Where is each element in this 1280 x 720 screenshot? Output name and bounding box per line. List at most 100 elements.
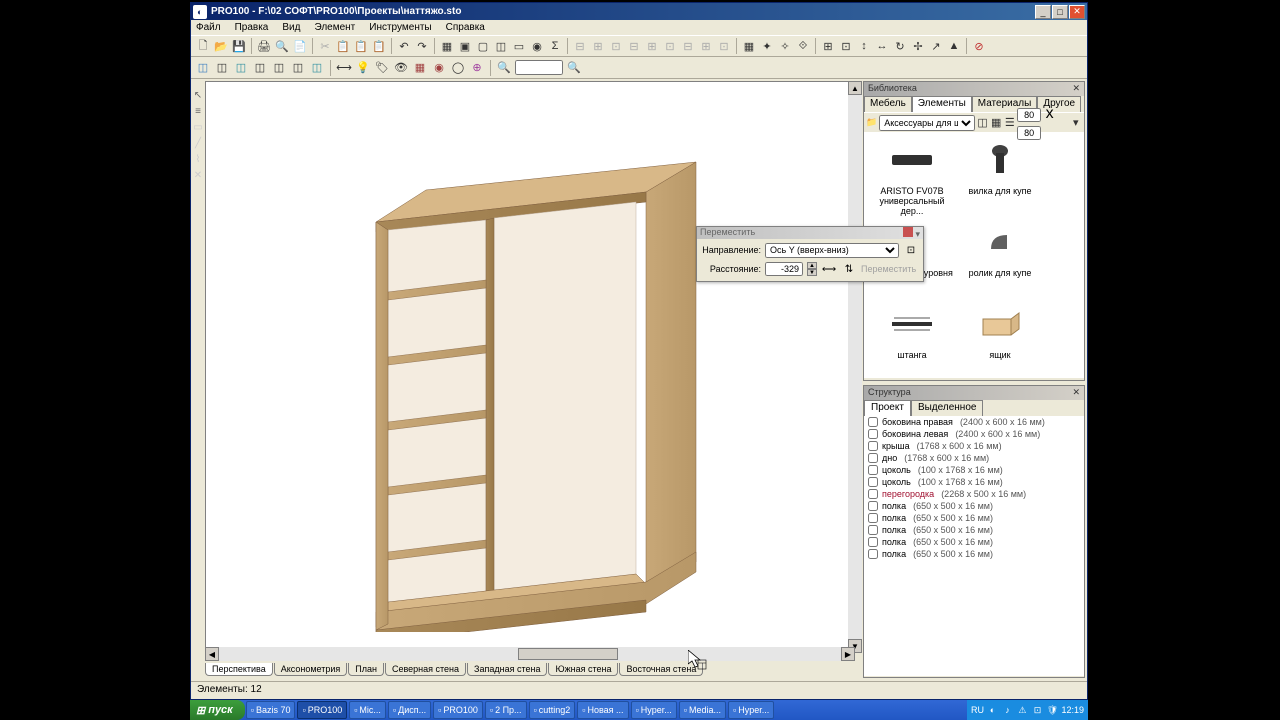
cube1-icon[interactable]: ◫ — [195, 60, 211, 76]
move-go-button[interactable]: Переместить — [861, 264, 916, 274]
grid2-icon[interactable]: ▦ — [412, 60, 428, 76]
dim-icon[interactable]: ⟷ — [336, 60, 352, 76]
cube4-icon[interactable]: ◫ — [252, 60, 268, 76]
menu-view[interactable]: Вид — [279, 22, 303, 33]
start-button[interactable]: ⊞ пуск — [190, 700, 245, 720]
align2-icon[interactable]: ⊞ — [590, 38, 606, 54]
align6-icon[interactable]: ⊡ — [662, 38, 678, 54]
cube2-icon[interactable]: ◫ — [214, 60, 230, 76]
curve-tool-icon[interactable]: ⌇ — [192, 153, 204, 165]
copy-icon[interactable]: 📋 — [335, 38, 351, 54]
align5-icon[interactable]: ⊞ — [644, 38, 660, 54]
tag-icon[interactable]: 🏷 — [374, 60, 390, 76]
taskbar-item[interactable]: ▫Дисп... — [388, 701, 431, 719]
view1-icon[interactable]: ⊞ — [820, 38, 836, 54]
taskbar-item[interactable]: ▫Hyper... — [728, 701, 774, 719]
light-icon[interactable]: 💡 — [355, 60, 371, 76]
structtab-selected[interactable]: Выделенное — [911, 400, 984, 416]
tab-south[interactable]: Южная стена — [548, 663, 618, 676]
row-checkbox[interactable] — [868, 513, 878, 523]
structure-row[interactable]: полка(650 x 500 x 16 мм) — [864, 524, 1084, 536]
tool4-icon[interactable]: ◫ — [493, 38, 509, 54]
view6-icon[interactable]: ✢ — [910, 38, 926, 54]
structure-row[interactable]: боковина правая(2400 x 600 x 16 мм) — [864, 416, 1084, 428]
tool5-icon[interactable]: ▭ — [511, 38, 527, 54]
move-dialog[interactable]: Переместить ▾ Направление: Ось Y (вверх-… — [696, 226, 924, 282]
tab-west[interactable]: Западная стена — [467, 663, 547, 676]
tray-clock[interactable]: 12:19 — [1061, 705, 1084, 715]
row-checkbox[interactable] — [868, 501, 878, 511]
cut-icon[interactable]: ✂ — [317, 38, 333, 54]
structure-row[interactable]: цоколь(100 x 1768 x 16 мм) — [864, 476, 1084, 488]
align7-icon[interactable]: ⊟ — [680, 38, 696, 54]
cube5-icon[interactable]: ◫ — [271, 60, 287, 76]
view3-icon[interactable]: ↕ — [856, 38, 872, 54]
library-header[interactable]: Библиотека ✕ — [864, 82, 1084, 96]
tool6-icon[interactable]: ◉ — [529, 38, 545, 54]
align4-icon[interactable]: ⊟ — [626, 38, 642, 54]
menu-file[interactable]: Файл — [193, 22, 224, 33]
row-checkbox[interactable] — [868, 441, 878, 451]
undo-icon[interactable]: ↶ — [396, 38, 412, 54]
row-checkbox[interactable] — [868, 477, 878, 487]
lib-dropdown-icon[interactable]: ▾ — [1069, 115, 1082, 131]
structure-row[interactable]: крыша(1768 x 600 x 16 мм) — [864, 440, 1084, 452]
row-checkbox[interactable] — [868, 429, 878, 439]
swap-icon[interactable]: ⇅ — [841, 261, 857, 277]
taskbar-item[interactable]: ▫Новая ... — [577, 701, 628, 719]
zoomout-icon[interactable]: 🔍 — [496, 60, 512, 76]
tool1-icon[interactable]: ▦ — [439, 38, 455, 54]
taskbar-item[interactable]: ▫PRO100 — [433, 701, 483, 719]
structure-row[interactable]: боковина левая(2400 x 600 x 16 мм) — [864, 428, 1084, 440]
spin-down-icon[interactable]: ▼ — [807, 269, 817, 276]
row-checkbox[interactable] — [868, 453, 878, 463]
tab-plan[interactable]: План — [348, 663, 384, 676]
align1-icon[interactable]: ⊟ — [572, 38, 588, 54]
tray-icon1[interactable]: ◐ — [986, 704, 998, 716]
library-close-icon[interactable]: ✕ — [1072, 83, 1080, 95]
sigma-icon[interactable]: Σ — [547, 38, 563, 54]
lib-item[interactable]: ящик — [956, 300, 1044, 378]
paste-icon[interactable]: 📋 — [353, 38, 369, 54]
view8-icon[interactable]: ▲ — [946, 38, 962, 54]
close-button[interactable]: ✕ — [1069, 5, 1085, 19]
print-icon[interactable]: 🖨 — [256, 38, 272, 54]
viewport-3d[interactable] — [205, 81, 855, 660]
redo-icon[interactable]: ↷ — [414, 38, 430, 54]
move2-tool-icon[interactable]: ≡ — [192, 105, 204, 117]
row-checkbox[interactable] — [868, 417, 878, 427]
libtab-furniture[interactable]: Мебель — [864, 96, 912, 112]
structure-header[interactable]: Структура ✕ — [864, 386, 1084, 400]
lib-item[interactable]: ролик для купе — [956, 218, 1044, 300]
zoomin-icon[interactable]: 🔍 — [566, 60, 582, 76]
align3-icon[interactable]: ⊡ — [608, 38, 624, 54]
viewport-hscroll[interactable]: ◀ ▶ — [205, 647, 855, 661]
circle1-icon[interactable]: ◉ — [431, 60, 447, 76]
tray-icon3[interactable]: ⚠ — [1016, 704, 1028, 716]
system-tray[interactable]: RU ◐ ♪ ⚠ ⊡ 🛡 12:19 — [967, 700, 1088, 720]
taskbar-item[interactable]: ▫Bazis 70 — [246, 701, 296, 719]
snap1-icon[interactable]: ✦ — [759, 38, 775, 54]
eye-icon[interactable]: 👁 — [393, 60, 409, 76]
structtab-project[interactable]: Проект — [864, 400, 911, 416]
lib-item[interactable]: штанга — [868, 300, 956, 378]
grid-icon[interactable]: ▦ — [741, 38, 757, 54]
lib-item[interactable]: вилка для купе — [956, 136, 1044, 218]
lib-item[interactable]: ARISTO FV07B универсальный дер... — [868, 136, 956, 218]
view7-icon[interactable]: ↗ — [928, 38, 944, 54]
thumb-width[interactable] — [1017, 108, 1041, 122]
tab-east[interactable]: Восточная стена — [619, 663, 703, 676]
snap3-icon[interactable]: ⟐ — [795, 38, 811, 54]
tray-lang[interactable]: RU — [971, 704, 983, 716]
row-checkbox[interactable] — [868, 465, 878, 475]
pin-icon[interactable] — [903, 227, 913, 237]
taskbar-item[interactable]: ▫Hyper... — [631, 701, 677, 719]
tool2-icon[interactable]: ▣ — [457, 38, 473, 54]
direction-extra-icon[interactable]: ⊡ — [903, 242, 919, 258]
scroll-up-icon[interactable]: ▲ — [848, 81, 862, 95]
view2-icon[interactable]: ⊡ — [838, 38, 854, 54]
minimize-button[interactable]: _ — [1035, 5, 1051, 19]
hscroll-thumb[interactable] — [518, 648, 618, 660]
lib-btn1-icon[interactable]: ◫ — [976, 115, 989, 131]
tray-icon2[interactable]: ♪ — [1001, 704, 1013, 716]
